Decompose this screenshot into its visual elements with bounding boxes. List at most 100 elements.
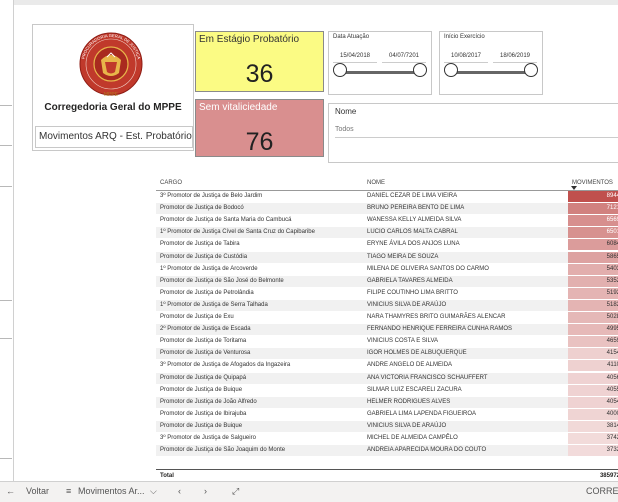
cell-nome: DANIEL CEZAR DE LIMA VIEIRA [367,193,458,199]
col-header-movimentos[interactable]: MOVIMENTOS [572,180,613,186]
cell-movimentos: 5192 [568,287,618,299]
table-row[interactable]: 1º Promotor de Justiça de Arcoverde MILEN… [156,263,618,275]
table-row[interactable]: Promotor de Justiça de Bodocó BRUNO PEREI… [156,203,618,215]
strip-divider [0,338,12,339]
table-row[interactable]: Promotor de Justiça de João Alfredo HELME… [156,396,618,408]
cell-movimentos: 4056 [568,372,618,384]
table-row[interactable]: 1º Promotor de Justiça Cível de Santa Cr… [156,227,618,239]
table-row[interactable]: Promotor de Justiça de Venturosa IGOR HOL… [156,348,618,360]
strip-divider [0,186,12,187]
back-button-label[interactable]: Voltar [26,486,49,496]
table-row[interactable]: 3º Promotor de Justiça de Belo Jardim DAN… [156,191,618,202]
cell-movimentos: 6084 [568,239,618,251]
cell-nome: FILIPE COUTINHO LIMA BRITTO [367,289,458,296]
strip-divider [0,458,12,459]
slicer-nome[interactable]: Nome Todos [328,103,618,163]
report-name-box: Movimentos ARQ - Est. Probatório [35,126,193,148]
cell-nome: FERNANDO HENRIQUE FERREIRA CUNHA RAMOS [367,326,513,333]
col-header-cargo[interactable]: CARGO [160,180,182,186]
cell-nome: VINICIUS SILVA DE ARAÚJO [367,301,447,308]
range-end-handle[interactable] [524,63,538,77]
page-list-icon[interactable]: ≡ [66,486,71,496]
slicer-dropdown[interactable]: Todos [335,126,354,133]
cell-cargo: Promotor de Justiça de Exu [160,314,234,320]
table-row[interactable]: Promotor de Justiça de São José do Belmo… [156,275,618,287]
cell-cargo: Promotor de Justiça de Toritama [160,338,247,345]
table-row[interactable]: Promotor de Justiça de Petrolândia FILIPE… [156,287,618,299]
cell-movimentos: 3742 [568,433,618,444]
slicer-inicio-exercicio[interactable]: Início Exercício 10/08/2017 18/06/2019 [439,31,543,95]
range-start-handle[interactable] [444,63,458,77]
table-row[interactable]: Promotor de Justiça de Buique SILMAR LUIZ… [156,384,618,396]
cell-nome: ANDRE ANGELO DE ALMEIDA [367,362,453,369]
date-start-input[interactable]: 10/08/2017 [444,51,488,63]
cell-movimentos: 8944 [568,191,618,202]
footer-org-text: CORREG [586,486,618,496]
strip-divider [0,145,12,146]
cell-movimentos: 5352 [568,275,618,287]
cell-nome: IGOR HOLMES DE ALBUQUERQUE [367,350,467,357]
cell-cargo: Promotor de Justiça de Bodocó [160,205,244,212]
cell-nome: ANA VICTORIA FRANCISCO SCHAUFFERT [367,374,488,381]
table-row[interactable]: 3º Promotor de Justiça de Afogados da In… [156,360,618,372]
col-header-nome[interactable]: NOME [367,180,385,186]
table-row[interactable]: Promotor de Justiça de São Joaquim do Mo… [156,445,618,457]
kpi-label: Em Estágio Probatório [199,34,300,45]
cell-nome: SILMAR LUIZ ESCARELI ZACURA [367,386,462,393]
cell-movimentos: 5028 [568,312,618,323]
slicer-title: Início Exercício [444,34,485,40]
cell-cargo: Promotor de Justiça de Venturosa [160,350,251,357]
kpi-label: Sem vitaliciedade [199,102,278,113]
table-row[interactable]: Promotor de Justiça de Exu NARA THAMYRES … [156,312,618,323]
cell-nome: VINICIUS COSTA E SILVA [367,338,439,345]
cell-cargo: Promotor de Justiça de Tabira [160,241,240,248]
cell-cargo: Promotor de Justiça de Buique [160,422,243,429]
cell-cargo: Promotor de Justiça de São José do Belmo… [160,277,284,284]
cell-movimentos: 5182 [568,299,618,311]
cell-cargo: 3º Promotor de Justiça de Belo Jardim [160,193,263,199]
next-page-icon[interactable]: › [204,486,207,496]
table-row[interactable]: Promotor de Justiça de Ibirajuba GABRIELA… [156,408,618,420]
cell-movimentos: 5403 [568,263,618,275]
prev-page-icon[interactable]: ‹ [178,486,181,496]
range-start-handle[interactable] [333,63,347,77]
table-row[interactable]: Promotor de Justiça de Santa Maria do Ca… [156,215,618,227]
cell-cargo: Promotor de Justiça de Buique [160,386,243,393]
kpi-card-sem-vitaliciedade: Sem vitaliciedade 76 [195,99,324,157]
cell-movimentos: 4055 [568,384,618,396]
table-row[interactable]: Promotor de Justiça de Toritama VINICIUS … [156,336,618,348]
report-canvas: MPPE PROCURADORIA GERAL DE JUSTIÇA Corre… [14,5,618,484]
cell-cargo: Promotor de Justiça de João Alfredo [160,398,257,405]
range-end-handle[interactable] [413,63,427,77]
strip-divider [0,105,12,106]
cell-movimentos: 4054 [568,396,618,408]
table-row[interactable]: Promotor de Justiça de Tabira ERYNE ÁVILA… [156,239,618,251]
kpi-value: 76 [245,128,274,156]
org-card: MPPE PROCURADORIA GERAL DE JUSTIÇA Corre… [32,24,194,151]
back-arrow-icon[interactable]: ← [6,486,15,496]
bottom-navigation-bar: ← Voltar ≡ Movimentos Ar... ⌵ ‹ › ⤢ CORR… [0,481,618,502]
table-header: CARGO NOME MOVIMENTOS [156,176,618,191]
date-end-input[interactable]: 04/07/7201 [382,51,426,63]
cell-cargo: Promotor de Justiça de Quipapá [160,374,247,381]
slicer-data-atuacao[interactable]: Data Atuação 15/04/2018 04/07/7201 [328,31,432,95]
chevron-down-icon[interactable]: ⌵ [150,486,157,497]
expand-icon[interactable]: ⤢ [232,486,239,497]
cell-movimentos: 4659 [568,336,618,348]
cell-nome: GABRIELA TAVARES ALMEIDA [367,277,453,284]
cell-cargo: 3º Promotor de Justiça de Afogados da In… [160,362,291,369]
date-end-input[interactable]: 18/06/2019 [493,51,537,63]
table-row[interactable]: Promotor de Justiça de Quipapá ANA VICTOR… [156,372,618,384]
page-selector[interactable]: Movimentos Ar... [78,486,145,496]
cell-movimentos: 4154 [568,348,618,360]
cell-nome: WANESSA KELLY ALMEIDA SILVA [367,217,462,224]
table-row[interactable]: 2º Promotor de Justiça de Escada FERNANDO… [156,324,618,336]
table-row[interactable]: 1º Promotor de Justiça de Serra Talhada V… [156,299,618,311]
table-row[interactable]: 3º Promotor de Justiça de Salgueiro MICHE… [156,433,618,444]
table-row[interactable]: Promotor de Justiça de Custódia TIAGO MEI… [156,251,618,263]
cell-nome: TIAGO MEIRA DE SOUZA [367,253,439,260]
cell-cargo: Promotor de Justiça de Petrolândia [160,289,254,296]
date-start-input[interactable]: 15/04/2018 [333,51,377,63]
table-row[interactable]: Promotor de Justiça de Buique VINICIUS SI… [156,420,618,432]
slicer-title: Data Atuação [333,34,370,40]
